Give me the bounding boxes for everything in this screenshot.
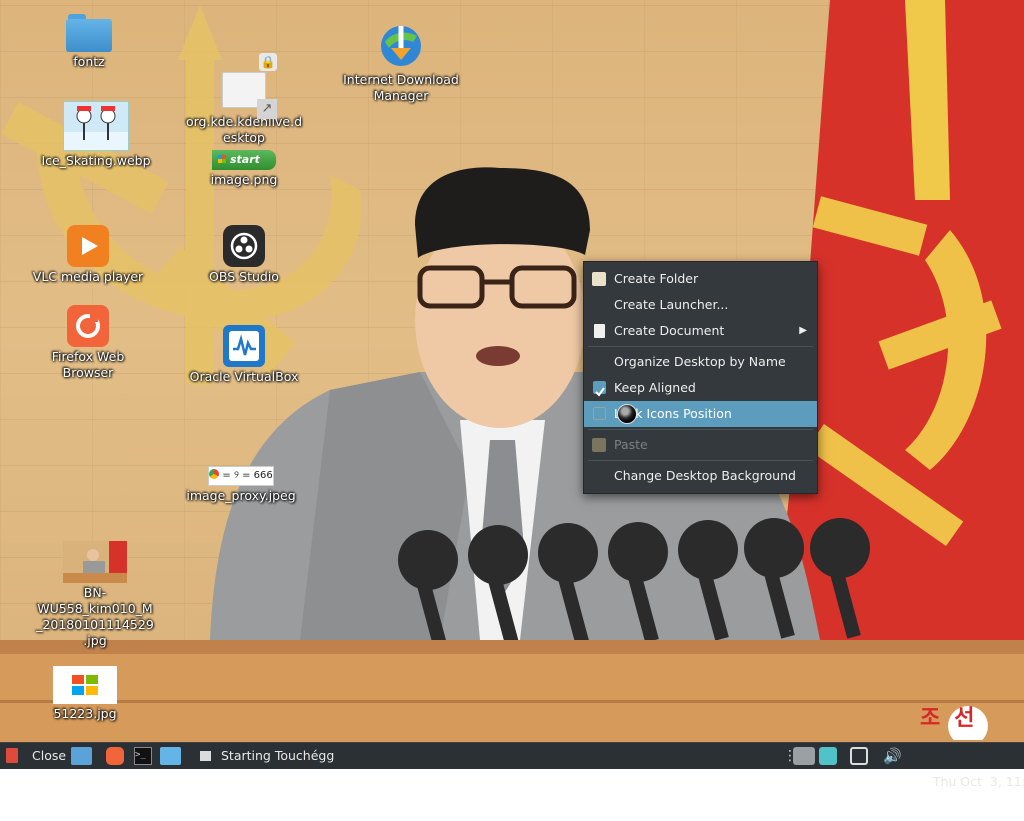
notifications-icon[interactable] xyxy=(850,747,868,765)
thumbnail-text: start xyxy=(230,153,260,166)
tray-expand-icon[interactable]: ⋮ xyxy=(783,747,797,765)
desktop-icon-51223[interactable]: 51223.jpg xyxy=(25,666,145,722)
chrome-icon xyxy=(209,469,220,479)
desktop-icon-image-proxy[interactable]: = ୨ = 666 image_proxy.jpeg xyxy=(181,466,301,504)
menu-separator xyxy=(588,460,813,461)
submenu-arrow-icon: ▶ xyxy=(799,325,807,336)
checkbox-unchecked-icon[interactable] xyxy=(593,407,606,420)
desktop-icon-label: 51223.jpg xyxy=(53,706,117,721)
close-label: Close xyxy=(32,748,67,763)
volume-icon[interactable]: 🔊 xyxy=(883,747,905,765)
desktop-icon-kdenlive[interactable]: 🔒 ↗ org.kde.kdenlive.desktop xyxy=(184,52,304,146)
menu-item-create-launcher[interactable]: Create Launcher... xyxy=(584,292,817,318)
desktop-icon-label: BN-WU558_kim010_M_20180101114529.jpg xyxy=(36,585,154,648)
clock-label: Thu Oct 3, 11:14 xyxy=(932,774,1024,789)
internet-download-manager-icon xyxy=(377,22,425,70)
menu-item-label: Organize Desktop by Name xyxy=(614,354,786,369)
lock-icon: 🔒 xyxy=(259,53,277,71)
desktop-icon-vlc[interactable]: VLC media player xyxy=(28,225,148,285)
news-watermark: 조선 xyxy=(920,700,1024,740)
desktop-context-menu: Create Folder Create Launcher... Create … xyxy=(583,261,818,494)
windows-flag-icon xyxy=(218,155,226,163)
new-document-icon xyxy=(594,324,605,338)
terminal-icon[interactable]: >_ xyxy=(134,747,152,765)
desktop-icon-label: image_proxy.jpeg xyxy=(186,488,296,503)
desktop-icon-idm[interactable]: Internet Download Manager xyxy=(341,22,461,104)
desktop-icon-label: Firefox Web Browser xyxy=(51,349,125,380)
desktop-icon-label: VLC media player xyxy=(32,269,144,284)
mouse-cursor-icon xyxy=(617,404,637,424)
thumbnail-text: = ୨ = 666 xyxy=(222,470,273,481)
close-button[interactable]: Close xyxy=(4,743,68,769)
desktop-icon-label: Internet Download Manager xyxy=(343,72,459,103)
folder-icon xyxy=(66,14,112,52)
image-thumbnail-icon: = ୨ = 666 xyxy=(208,466,274,486)
link-arrow-icon: ↗ xyxy=(257,99,277,119)
logout-icon xyxy=(6,748,18,763)
clipboard-icon[interactable] xyxy=(819,747,837,765)
image-thumbnail-icon xyxy=(63,101,129,151)
menu-item-label: Create Document xyxy=(614,323,725,338)
image-thumbnail-icon xyxy=(53,666,117,704)
desktop-icon-label: Ice_Skating.webp xyxy=(41,153,151,168)
firefox-icon xyxy=(67,305,109,347)
desktop-icon-label: image.png xyxy=(210,172,278,187)
desktop-icon-label: org.kde.kdenlive.desktop xyxy=(185,114,303,145)
paste-icon xyxy=(592,438,606,452)
desktop-icon-label: Oracle VirtualBox xyxy=(189,369,299,384)
image-thumbnail-icon xyxy=(63,541,127,583)
menu-item-paste[interactable]: Paste xyxy=(584,432,817,458)
desktop-icon-fontz[interactable]: fontz xyxy=(29,14,149,70)
menu-separator xyxy=(588,429,813,430)
menu-item-label: Change Desktop Background xyxy=(614,468,796,483)
menu-item-create-folder[interactable]: Create Folder xyxy=(584,266,817,292)
show-desktop-icon[interactable] xyxy=(71,747,92,765)
menu-item-create-document[interactable]: Create Document ▶ xyxy=(584,318,817,344)
desktop-icon-obs[interactable]: OBS Studio xyxy=(184,225,304,285)
obs-icon xyxy=(223,225,265,267)
window-icon xyxy=(200,751,211,761)
menu-item-label: Create Launcher... xyxy=(614,297,729,312)
desktop-icon-firefox[interactable]: Firefox Web Browser xyxy=(28,305,148,381)
menu-item-organize-desktop[interactable]: Organize Desktop by Name xyxy=(584,349,817,375)
watermark-text: 조선 xyxy=(920,706,989,731)
removable-drive-icon[interactable] xyxy=(793,747,815,765)
menu-separator xyxy=(588,346,813,347)
start-button-thumbnail-icon: start xyxy=(212,150,276,170)
vlc-icon xyxy=(67,225,109,267)
desktop-icon-image-png[interactable]: start image.png xyxy=(184,150,304,188)
desktop-icon-label: fontz xyxy=(73,54,105,69)
desktop-icon-label: OBS Studio xyxy=(209,269,279,284)
taskbar: Close >_ Starting Touchégg ⋮ 🔊 Thu Oct 3… xyxy=(0,742,1024,789)
file-manager-icon[interactable] xyxy=(160,747,181,765)
desktop-file-icon: 🔒 ↗ xyxy=(222,53,277,119)
desktop-icon-bn-wu558[interactable]: BN-WU558_kim010_M_20180101114529.jpg xyxy=(35,541,155,649)
checkbox-checked-icon[interactable] xyxy=(593,381,606,397)
clock[interactable]: Thu Oct 3, 11:14 xyxy=(917,743,1024,789)
task-starting-touchegg[interactable]: Starting Touchégg xyxy=(196,743,396,769)
desktop-icon-ice-skating[interactable]: Ice_Skating.webp xyxy=(36,101,156,169)
menu-item-label: Paste xyxy=(614,437,648,452)
menu-item-lock-icons-position[interactable]: Lock Icons Position xyxy=(584,401,817,427)
firefox-taskbar-icon[interactable] xyxy=(106,747,124,765)
virtualbox-icon xyxy=(223,325,265,367)
menu-item-label: Keep Aligned xyxy=(614,380,696,395)
menu-item-label: Create Folder xyxy=(614,271,699,286)
menu-item-keep-aligned[interactable]: Keep Aligned xyxy=(584,375,817,401)
menu-item-change-background[interactable]: Change Desktop Background xyxy=(584,463,817,489)
task-label: Starting Touchégg xyxy=(221,748,335,763)
new-folder-icon xyxy=(592,272,606,286)
desktop-icon-virtualbox[interactable]: Oracle VirtualBox xyxy=(184,325,304,385)
